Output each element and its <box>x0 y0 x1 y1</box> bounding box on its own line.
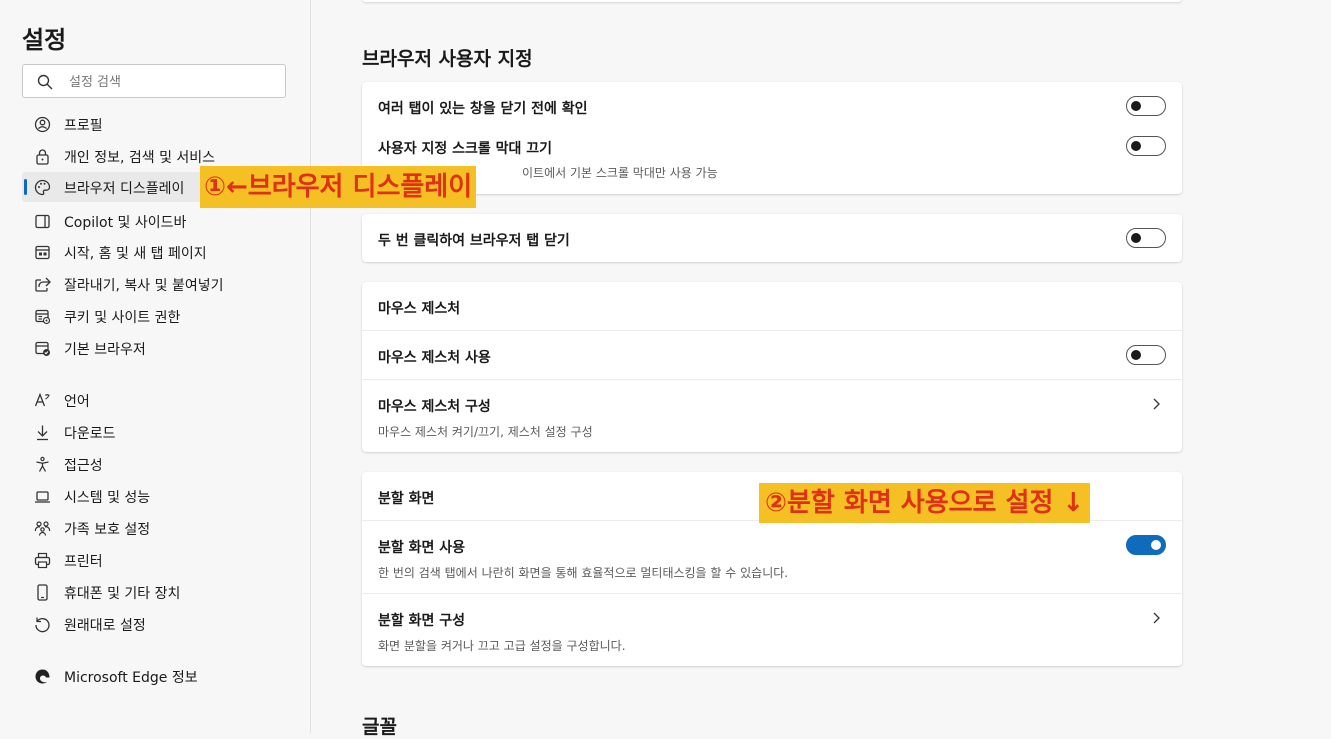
sidebar-item-profile[interactable]: 프로필 <box>22 109 292 139</box>
double-click-close-toggle[interactable] <box>1126 228 1166 248</box>
sidebar-item-label: 원래대로 설정 <box>64 618 146 634</box>
setting-title: 분할 화면 구성 <box>378 613 466 629</box>
accessibility-icon <box>36 456 49 472</box>
home-tab-icon <box>35 245 50 260</box>
browser-check-icon <box>35 341 50 356</box>
sidebar-item-label: Microsoft Edge 정보 <box>64 670 198 686</box>
sidebar-item-label: 다운로드 <box>64 426 116 442</box>
setting-description: 한 번의 검색 탭에서 나란히 화면을 통해 효율적으로 멀티태스킹을 할 수 … <box>378 566 789 580</box>
profile-icon <box>34 116 51 133</box>
mouse-gesture-toggle[interactable] <box>1126 345 1166 365</box>
reset-icon <box>35 617 50 633</box>
search-icon <box>37 74 53 90</box>
group-header: 분할 화면 <box>378 491 435 507</box>
language-icon <box>34 392 50 407</box>
setting-description: 이트에서 기본 스크롤 막대만 사용 가능 <box>522 166 718 180</box>
family-icon <box>34 521 51 536</box>
sidebar-item-start-home[interactable]: 시작, 홈 및 새 탭 페이지 <box>22 237 292 267</box>
sidebar-item-label: 기본 브라우저 <box>64 342 146 358</box>
sidebar-item-phone-devices[interactable]: 휴대폰 및 기타 장치 <box>22 577 292 607</box>
sidebar-item-accessibility[interactable]: 접근성 <box>22 449 292 479</box>
settings-sidebar: 설정 프로필 개인 정보, 검색 및 서비스 브라우저 디스플레이 Copilo… <box>0 0 311 733</box>
laptop-icon <box>35 491 50 503</box>
confirm-close-toggle[interactable] <box>1126 96 1166 116</box>
setting-title: 두 번 클릭하여 브라우저 탭 닫기 <box>378 233 570 249</box>
setting-split-screen-configure[interactable]: 분할 화면 구성 화면 분할을 켜거나 끄고 고급 설정을 구성합니다. <box>362 594 1182 666</box>
toggle-knob <box>1131 101 1141 111</box>
sidebar-item-label: 브라우저 디스플레이 <box>64 181 185 197</box>
sidebar-item-printers[interactable]: 프린터 <box>22 545 292 575</box>
toggle-knob <box>1131 141 1141 151</box>
sidebar-item-label: 휴대폰 및 기타 장치 <box>64 586 181 602</box>
mouse-gesture-header: 마우스 제스처 <box>362 282 1182 330</box>
sidebar-item-downloads[interactable]: 다운로드 <box>22 417 292 447</box>
setting-title: 여러 탭이 있는 창을 닫기 전에 확인 <box>378 101 588 117</box>
palette-icon <box>34 179 51 196</box>
chevron-right-icon <box>1153 612 1160 624</box>
sidebar-item-label: Copilot 및 사이드바 <box>64 215 187 231</box>
group-header: 마우스 제스처 <box>378 301 461 317</box>
setting-title: 분할 화면 사용 <box>378 540 466 556</box>
setting-confirm-close-tabs: 여러 탭이 있는 창을 닫기 전에 확인 <box>362 82 1182 130</box>
setting-title: 마우스 제스처 구성 <box>378 399 491 415</box>
edge-logo-icon <box>35 669 50 684</box>
sidebar-item-copilot[interactable]: Copilot 및 사이드바 <box>22 206 292 236</box>
sidebar-item-default-browser[interactable]: 기본 브라우저 <box>22 333 292 363</box>
sidebar-item-cookies[interactable]: 쿠키 및 사이트 권한 <box>22 301 292 331</box>
custom-scrollbar-toggle[interactable] <box>1126 136 1166 156</box>
section-title-browser-customization: 브라우저 사용자 지정 <box>362 48 533 70</box>
sidebar-item-label: 프린터 <box>64 554 103 570</box>
toggle-knob <box>1131 350 1141 360</box>
toggle-knob <box>1131 233 1141 243</box>
sidebar-item-label: 개인 정보, 검색 및 서비스 <box>64 150 216 166</box>
sidebar-item-family-safety[interactable]: 가족 보호 설정 <box>22 513 292 543</box>
sidebar-item-system-performance[interactable]: 시스템 및 성능 <box>22 481 292 511</box>
sidebar-item-label: 시작, 홈 및 새 탭 페이지 <box>64 246 207 262</box>
search-input[interactable] <box>67 71 271 93</box>
sidebar-item-label: 접근성 <box>64 458 103 474</box>
sidebar-item-label: 잘라내기, 복사 및 붙여넣기 <box>64 278 224 294</box>
printer-icon <box>34 552 51 569</box>
active-indicator <box>24 179 27 195</box>
phone-icon <box>37 584 48 601</box>
sidebar-item-label: 언어 <box>64 394 90 410</box>
setting-mouse-gesture-configure[interactable]: 마우스 제스처 구성 마우스 제스처 켜기/끄기, 제스처 설정 구성 <box>362 380 1182 452</box>
chevron-right-icon <box>1153 398 1160 410</box>
sidebar-item-label: 프로필 <box>64 118 103 134</box>
setting-mouse-gesture-use: 마우스 제스처 사용 <box>362 331 1182 379</box>
split-screen-toggle[interactable] <box>1126 535 1166 555</box>
setting-title: 사용자 지정 스크롤 막대 끄기 <box>378 141 553 157</box>
sidebar-item-label: 쿠키 및 사이트 권한 <box>64 310 181 326</box>
sidebar-item-reset[interactable]: 원래대로 설정 <box>22 609 292 639</box>
sidebar-item-label: 가족 보호 설정 <box>64 522 151 538</box>
sidebar-item-language[interactable]: 언어 <box>22 385 292 415</box>
setting-title: 마우스 제스처 사용 <box>378 350 491 366</box>
sidebar-icon <box>35 214 50 229</box>
site-permissions-icon <box>35 309 51 325</box>
lock-icon <box>36 149 49 165</box>
download-icon <box>37 425 48 441</box>
annotation-split-screen: ②분할 화면 사용으로 설정 ↓ <box>759 483 1091 523</box>
card-customization: 여러 탭이 있는 창을 닫기 전에 확인 사용자 지정 스크롤 막대 끄기 이트… <box>362 82 1182 194</box>
previous-card-edge <box>362 0 1182 2</box>
settings-search-box[interactable] <box>22 64 286 98</box>
sidebar-item-cut-copy-paste[interactable]: 잘라내기, 복사 및 붙여넣기 <box>22 269 292 299</box>
toggle-knob <box>1151 540 1161 550</box>
annotation-browser-display: ①←브라우저 디스플레이 <box>200 166 477 208</box>
card-double-click-close: 두 번 클릭하여 브라우저 탭 닫기 <box>362 214 1182 262</box>
setting-description: 마우스 제스처 켜기/끄기, 제스처 설정 구성 <box>378 425 593 439</box>
sidebar-title: 설정 <box>22 26 67 54</box>
sidebar-item-about-edge[interactable]: Microsoft Edge 정보 <box>22 661 292 691</box>
card-mouse-gesture: 마우스 제스처 마우스 제스처 사용 마우스 제스처 구성 마우스 제스처 켜기… <box>362 282 1182 452</box>
setting-split-screen-use: 분할 화면 사용 한 번의 검색 탭에서 나란히 화면을 통해 효율적으로 멀티… <box>362 521 1182 593</box>
setting-description: 화면 분할을 켜거나 끄고 고급 설정을 구성합니다. <box>378 639 626 653</box>
setting-custom-scrollbar: 사용자 지정 스크롤 막대 끄기 이트에서 기본 스크롤 막대만 사용 가능 <box>362 130 1182 194</box>
sidebar-item-label: 시스템 및 성능 <box>64 490 151 506</box>
section-title-fonts: 글꼴 <box>362 716 397 738</box>
share-icon <box>35 277 51 292</box>
setting-double-click-close: 두 번 클릭하여 브라우저 탭 닫기 <box>362 214 1182 262</box>
